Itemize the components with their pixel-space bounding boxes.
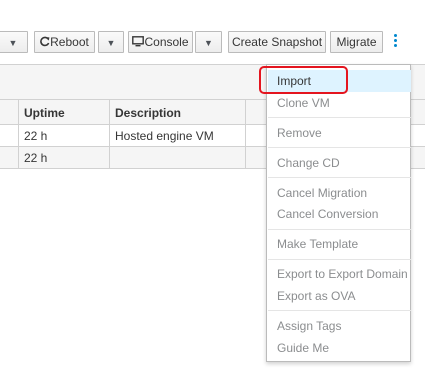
reboot-label: Reboot (50, 35, 89, 49)
menu-item-make-template[interactable]: Make Template (277, 237, 358, 251)
import-highlight-box (259, 66, 348, 94)
reboot-dropdown-button[interactable]: ▼ (98, 31, 124, 53)
table-cell-description: Hosted engine VM (110, 125, 246, 147)
menu-item-cancel-conversion[interactable]: Cancel Conversion (277, 207, 378, 221)
console-button[interactable]: Console (128, 31, 193, 53)
menu-item-cancel-migration[interactable]: Cancel Migration (277, 186, 367, 200)
table-cell-description (110, 147, 246, 169)
menu-item-change-cd[interactable]: Change CD (277, 156, 340, 170)
create-snapshot-button[interactable]: Create Snapshot (228, 31, 326, 53)
menu-divider (268, 310, 411, 311)
caret-down-icon: ▼ (8, 38, 18, 48)
dropdown-toggle-button[interactable]: ▼ (0, 31, 28, 53)
menu-item-assign-tags[interactable]: Assign Tags (277, 319, 341, 333)
console-label: Console (144, 35, 189, 49)
menu-divider (268, 229, 411, 230)
column-header-description[interactable]: Description (110, 100, 246, 125)
column-header-uptime[interactable]: Uptime (19, 100, 110, 125)
reboot-icon (40, 33, 50, 53)
menu-item-clone-vm[interactable]: Clone VM (277, 96, 330, 110)
column-header-blank (0, 100, 19, 125)
migrate-button[interactable]: Migrate (330, 31, 383, 53)
table-cell-uptime: 22 h (19, 147, 110, 169)
table-cell (0, 125, 19, 147)
menu-divider (268, 147, 411, 148)
menu-divider (268, 177, 411, 178)
menu-divider (268, 259, 411, 260)
menu-divider (268, 117, 411, 118)
toolbar: ▼ Reboot ▼ Console ▼ Create Snapshot Mig… (0, 0, 425, 64)
monitor-icon (132, 33, 145, 53)
menu-item-guide-me[interactable]: Guide Me (277, 341, 329, 355)
kebab-menu-icon[interactable] (391, 33, 399, 51)
caret-down-icon: ▼ (106, 38, 116, 48)
more-actions-menu: Import Clone VM Remove Change CD Cancel … (266, 64, 411, 362)
reboot-button[interactable]: Reboot (34, 31, 95, 53)
menu-item-export-as-ova[interactable]: Export as OVA (277, 289, 355, 303)
table-cell (0, 147, 19, 169)
table-cell-uptime: 22 h (19, 125, 110, 147)
menu-item-remove[interactable]: Remove (277, 126, 322, 140)
caret-down-icon: ▼ (204, 38, 213, 48)
console-dropdown-button[interactable]: ▼ (195, 31, 222, 53)
menu-item-export-to-export-domain[interactable]: Export to Export Domain (277, 267, 408, 281)
